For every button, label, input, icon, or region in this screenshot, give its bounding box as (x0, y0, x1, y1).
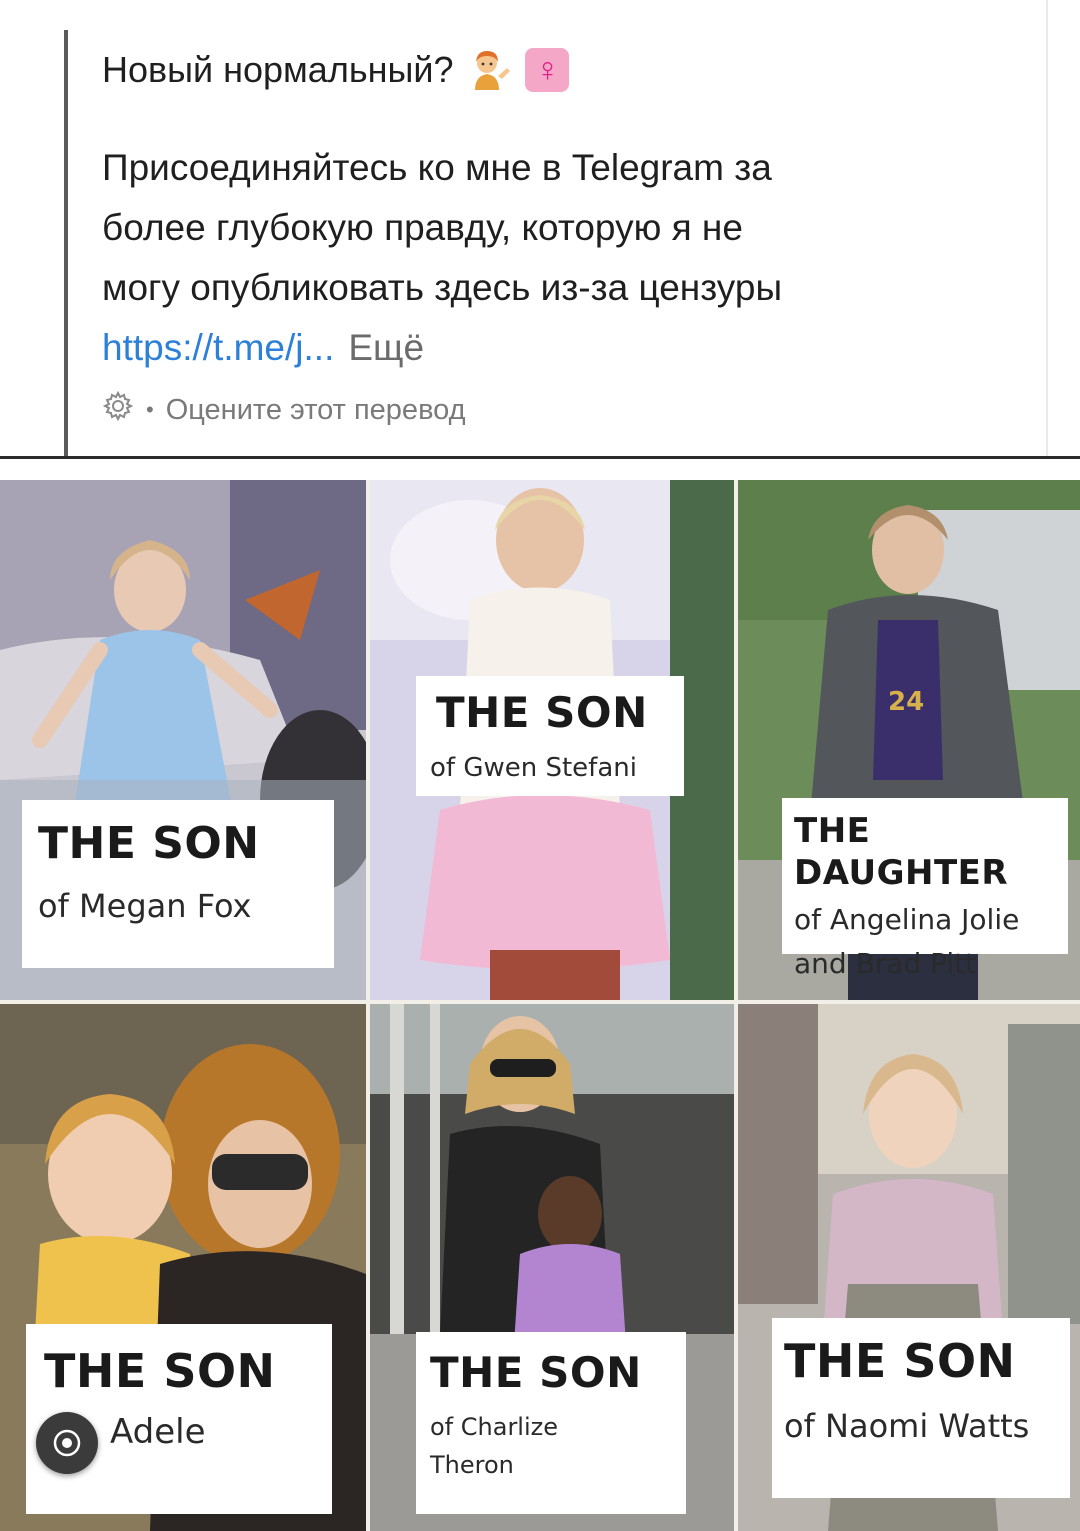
female-sign-icon: ♀ (525, 48, 570, 92)
telegram-link[interactable]: https://t.me/j... (102, 327, 334, 368)
rate-translation-row[interactable]: • Оцените этот перевод (102, 390, 1002, 430)
rate-translation-label: Оцените этот перевод (165, 393, 466, 426)
caption-heading: THE SON (436, 688, 648, 737)
jersey-number: 24 (888, 687, 924, 717)
post-title: Новый нормальный? (102, 49, 454, 90)
post-card: Новый нормальный? ♀ Присоединяйтесь ко м… (0, 0, 1080, 458)
panel-gap (366, 480, 370, 1531)
meme-panel-5: THE SON of Charlize Theron (370, 1004, 734, 1531)
quote-bar (64, 30, 68, 456)
link-row: https://t.me/j... Ещё (102, 318, 1002, 378)
meme-panel-6: THE SON of Naomi Watts (738, 1004, 1080, 1531)
panel-caption: THE SON of Naomi Watts (772, 1318, 1070, 1498)
card-border (1046, 0, 1048, 456)
meme-panel-1: THE SON of Megan Fox (0, 480, 366, 1000)
panel-gap (734, 480, 738, 1531)
caption-heading: THE SON (784, 1334, 1016, 1388)
panel-gap (0, 1000, 1080, 1004)
panel-caption: THE DAUGHTER of Angelina Jolie and Brad … (782, 798, 1068, 980)
person-tipping-hand-icon (465, 46, 513, 94)
post-body: Новый нормальный? ♀ Присоединяйтесь ко м… (102, 40, 1002, 430)
meme-panel-2: THE SON of Gwen Stefani (370, 480, 734, 1000)
panel-caption: THE SON of Gwen Stefani (416, 676, 684, 796)
caption-heading: THE DAUGHTER (794, 811, 1009, 893)
caption-heading: THE SON (38, 818, 260, 869)
more-button[interactable]: Ещё (348, 327, 424, 368)
gear-icon (102, 390, 134, 430)
meme-panel-3: 24 THE DAUGHTER of Angelina Jolie and Br… (738, 480, 1080, 1000)
caption-heading: THE SON (430, 1348, 642, 1397)
caption-subtitle: of Gwen Stefani (430, 753, 637, 783)
panel-caption: THE SON of Megan Fox (22, 800, 334, 968)
meme-image: THE SON of Megan Fox THE SON of Gwen Ste… (0, 480, 1080, 1531)
caption-subtitle: of Angelina Jolie and Brad Pitt (794, 903, 1020, 980)
caption-subtitle: of Megan Fox (38, 887, 252, 925)
panel-caption: THE SON of Charlize Theron (416, 1332, 686, 1514)
post-divider (0, 456, 1080, 459)
post-body-text: Присоединяйтесь ко мне в Telegram за бол… (102, 147, 783, 308)
caption-heading: THE SON (44, 1344, 276, 1398)
caption-subtitle: of Naomi Watts (784, 1407, 1030, 1445)
caption-subtitle: of Charlize Theron (430, 1413, 559, 1479)
eye-icon (53, 1429, 81, 1457)
post-title-row: Новый нормальный? ♀ (102, 40, 1002, 100)
separator-dot: • (146, 397, 154, 422)
view-image-button[interactable] (36, 1412, 98, 1474)
